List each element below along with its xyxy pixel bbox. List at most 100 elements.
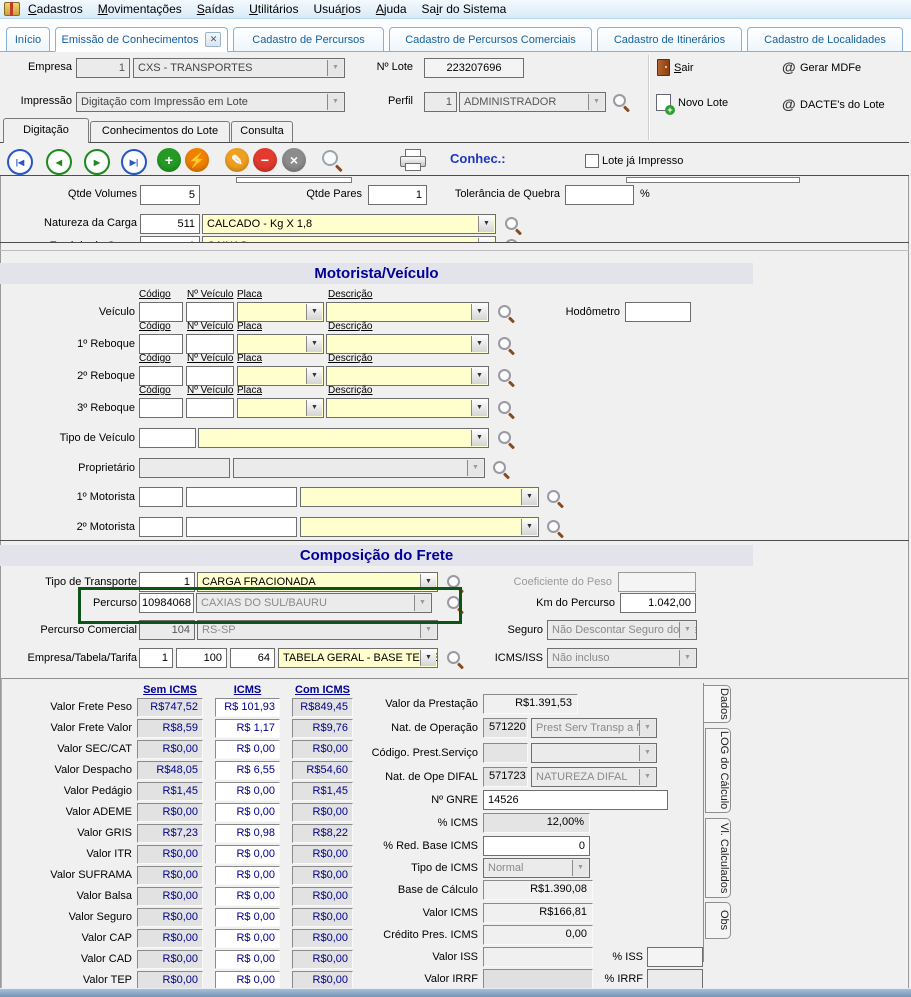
- next-record-icon[interactable]: ▶: [84, 149, 110, 175]
- valor-icms-valor-seguro[interactable]: R$ 0,00: [215, 908, 280, 927]
- percurso-code-input[interactable]: 10984068: [139, 593, 194, 613]
- etf-empresa-input[interactable]: 1: [139, 648, 173, 668]
- remove-icon[interactable]: −: [253, 148, 277, 172]
- valor-icms-valor-sec-cat[interactable]: R$ 0,00: [215, 740, 280, 759]
- menu-item-ajuda[interactable]: Ajuda: [376, 2, 407, 16]
- valor-icms-valor-balsa[interactable]: R$ 0,00: [215, 887, 280, 906]
- etf-tabela-input[interactable]: 100: [176, 648, 227, 668]
- menu-item-cadastros[interactable]: Cadastros: [28, 2, 83, 16]
- lote-input[interactable]: 223207696: [424, 58, 524, 78]
- veiculo-placa-combo[interactable]: ▼: [237, 302, 324, 322]
- 3-reboque-nveiculo-input[interactable]: [186, 398, 234, 418]
- tipo-transporte-search-icon[interactable]: [446, 574, 464, 592]
- 2-reboque-placa-combo[interactable]: ▼: [237, 366, 324, 386]
- search-icon[interactable]: [320, 148, 344, 172]
- perfil-search-icon[interactable]: [612, 93, 630, 111]
- tab-cadastro-de-percursos-comerciais[interactable]: Cadastro de Percursos Comerciais: [389, 27, 592, 52]
- km-percurso-input[interactable]: 1.042,00: [620, 593, 696, 613]
- etf-search-icon[interactable]: [446, 650, 464, 668]
- printer-icon[interactable]: [400, 149, 426, 170]
- subtab-digitacao[interactable]: Digitação: [3, 118, 89, 143]
- perfil-combo[interactable]: ADMINISTRADOR▼: [459, 92, 606, 112]
- p-red-input[interactable]: 0: [483, 836, 590, 856]
- veiculo-nveiculo-input[interactable]: [186, 302, 234, 322]
- proprietario-search-icon[interactable]: [492, 460, 510, 478]
- tab-inicio[interactable]: Início: [6, 27, 50, 52]
- valor-icms-valor-despacho[interactable]: R$ 6,55: [215, 761, 280, 780]
- etf-combo[interactable]: TABELA GERAL - BASE TESTE▼: [278, 648, 438, 668]
- especie-combo[interactable]: CAIXAS▼: [202, 236, 496, 243]
- subtab-consulta[interactable]: Consulta: [231, 121, 293, 142]
- p-iss-input[interactable]: [647, 947, 703, 967]
- close-icon[interactable]: ✕: [205, 32, 221, 47]
- menu-item-sair-do-sistema[interactable]: Sair do Sistema: [422, 2, 507, 16]
- valor-icms-valor-cad[interactable]: R$ 0,00: [215, 950, 280, 969]
- menu-item-movimentacoes[interactable]: Movimentações: [98, 2, 182, 16]
- add-icon[interactable]: +: [157, 148, 181, 172]
- menu-item-saidas[interactable]: Saídas: [197, 2, 234, 16]
- hodometro-input[interactable]: [625, 302, 691, 322]
- gnre-input[interactable]: 14526: [483, 790, 668, 810]
- motorista2-combo[interactable]: ▼: [300, 517, 539, 537]
- lote-impresso-checkbox[interactable]: [585, 154, 599, 168]
- valor-icms-valor-gris[interactable]: R$ 0,98: [215, 824, 280, 843]
- 3-reboque-codigo-input[interactable]: [139, 398, 183, 418]
- especie-search-icon[interactable]: [504, 238, 522, 243]
- menu-item-usuarios[interactable]: Usuários: [313, 2, 360, 16]
- last-record-icon[interactable]: ▶|: [121, 149, 147, 175]
- natureza-search-icon[interactable]: [504, 216, 522, 234]
- especie-code-input[interactable]: 1: [140, 236, 200, 243]
- tipo-transporte-code-input[interactable]: 1: [139, 572, 195, 592]
- 1-reboque-search-icon[interactable]: [497, 336, 515, 354]
- veiculo-descricao-combo[interactable]: ▼: [326, 302, 489, 322]
- 2-reboque-codigo-input[interactable]: [139, 366, 183, 386]
- tipo-veiculo-code-input[interactable]: [139, 428, 196, 448]
- tab-emissao-de-conhecimentos[interactable]: Emissão de Conhecimentos✕: [55, 27, 228, 52]
- valor-icms-valor-frete-peso[interactable]: R$ 101,93: [215, 698, 280, 717]
- motorista2-search-icon[interactable]: [546, 519, 564, 537]
- veiculo-search-icon[interactable]: [497, 304, 515, 322]
- motorista2-code-input[interactable]: [139, 517, 183, 537]
- edit-pencil-icon[interactable]: ✎: [225, 148, 249, 172]
- subtab-conhecimentos-do-lote[interactable]: Conhecimentos do Lote: [90, 121, 230, 142]
- menu-item-utilitarios[interactable]: Utilitários: [249, 2, 298, 16]
- 1-reboque-placa-combo[interactable]: ▼: [237, 334, 324, 354]
- motorista1-doc-input[interactable]: [186, 487, 297, 507]
- tab-cadastro-de-localidades[interactable]: Cadastro de Localidades: [747, 27, 903, 52]
- tipo-veiculo-search-icon[interactable]: [497, 430, 515, 448]
- motorista1-combo[interactable]: ▼: [300, 487, 539, 507]
- 1-reboque-codigo-input[interactable]: [139, 334, 183, 354]
- side-tab-dados[interactable]: Dados: [703, 685, 731, 723]
- percurso-search-icon[interactable]: [446, 595, 464, 613]
- side-tab-log-do-calculo[interactable]: LOG do Cálculo: [705, 728, 731, 813]
- motorista2-doc-input[interactable]: [186, 517, 297, 537]
- valor-icms-valor-cap[interactable]: R$ 0,00: [215, 929, 280, 948]
- side-tab-obs[interactable]: Obs: [705, 902, 731, 939]
- 2-reboque-descricao-combo[interactable]: ▼: [326, 366, 489, 386]
- first-record-icon[interactable]: |◀: [7, 149, 33, 175]
- previous-record-icon[interactable]: ◀: [46, 149, 72, 175]
- tab-cadastro-de-itinerarios[interactable]: Cadastro de Itinerários: [597, 27, 742, 52]
- side-tab-vl-calculados[interactable]: Vl. Calculados: [705, 818, 731, 898]
- valor-iss-input[interactable]: [483, 947, 593, 967]
- valor-icms-valor-itr[interactable]: R$ 0,00: [215, 845, 280, 864]
- qtde-pares-input[interactable]: 1: [368, 185, 427, 205]
- veiculo-codigo-input[interactable]: [139, 302, 183, 322]
- cancel-icon[interactable]: ×: [282, 148, 306, 172]
- tipo-veiculo-combo[interactable]: ▼: [198, 428, 489, 448]
- lightning-icon[interactable]: ⚡: [185, 148, 209, 172]
- 3-reboque-descricao-combo[interactable]: ▼: [326, 398, 489, 418]
- 1-reboque-descricao-combo[interactable]: ▼: [326, 334, 489, 354]
- 3-reboque-search-icon[interactable]: [497, 400, 515, 418]
- etf-tarifa-input[interactable]: 64: [230, 648, 275, 668]
- valor-icms-valor-suframa[interactable]: R$ 0,00: [215, 866, 280, 885]
- tipo-transporte-combo[interactable]: CARGA FRACIONADA▼: [197, 572, 438, 592]
- valor-icms-valor-pedagio[interactable]: R$ 0,00: [215, 782, 280, 801]
- natureza-code-input[interactable]: 511: [140, 214, 200, 234]
- natureza-combo[interactable]: CALCADO - Kg X 1,8▼: [202, 214, 496, 234]
- 2-reboque-nveiculo-input[interactable]: [186, 366, 234, 386]
- qtde-volumes-input[interactable]: 5: [140, 185, 200, 205]
- 2-reboque-search-icon[interactable]: [497, 368, 515, 386]
- 1-reboque-nveiculo-input[interactable]: [186, 334, 234, 354]
- motorista1-code-input[interactable]: [139, 487, 183, 507]
